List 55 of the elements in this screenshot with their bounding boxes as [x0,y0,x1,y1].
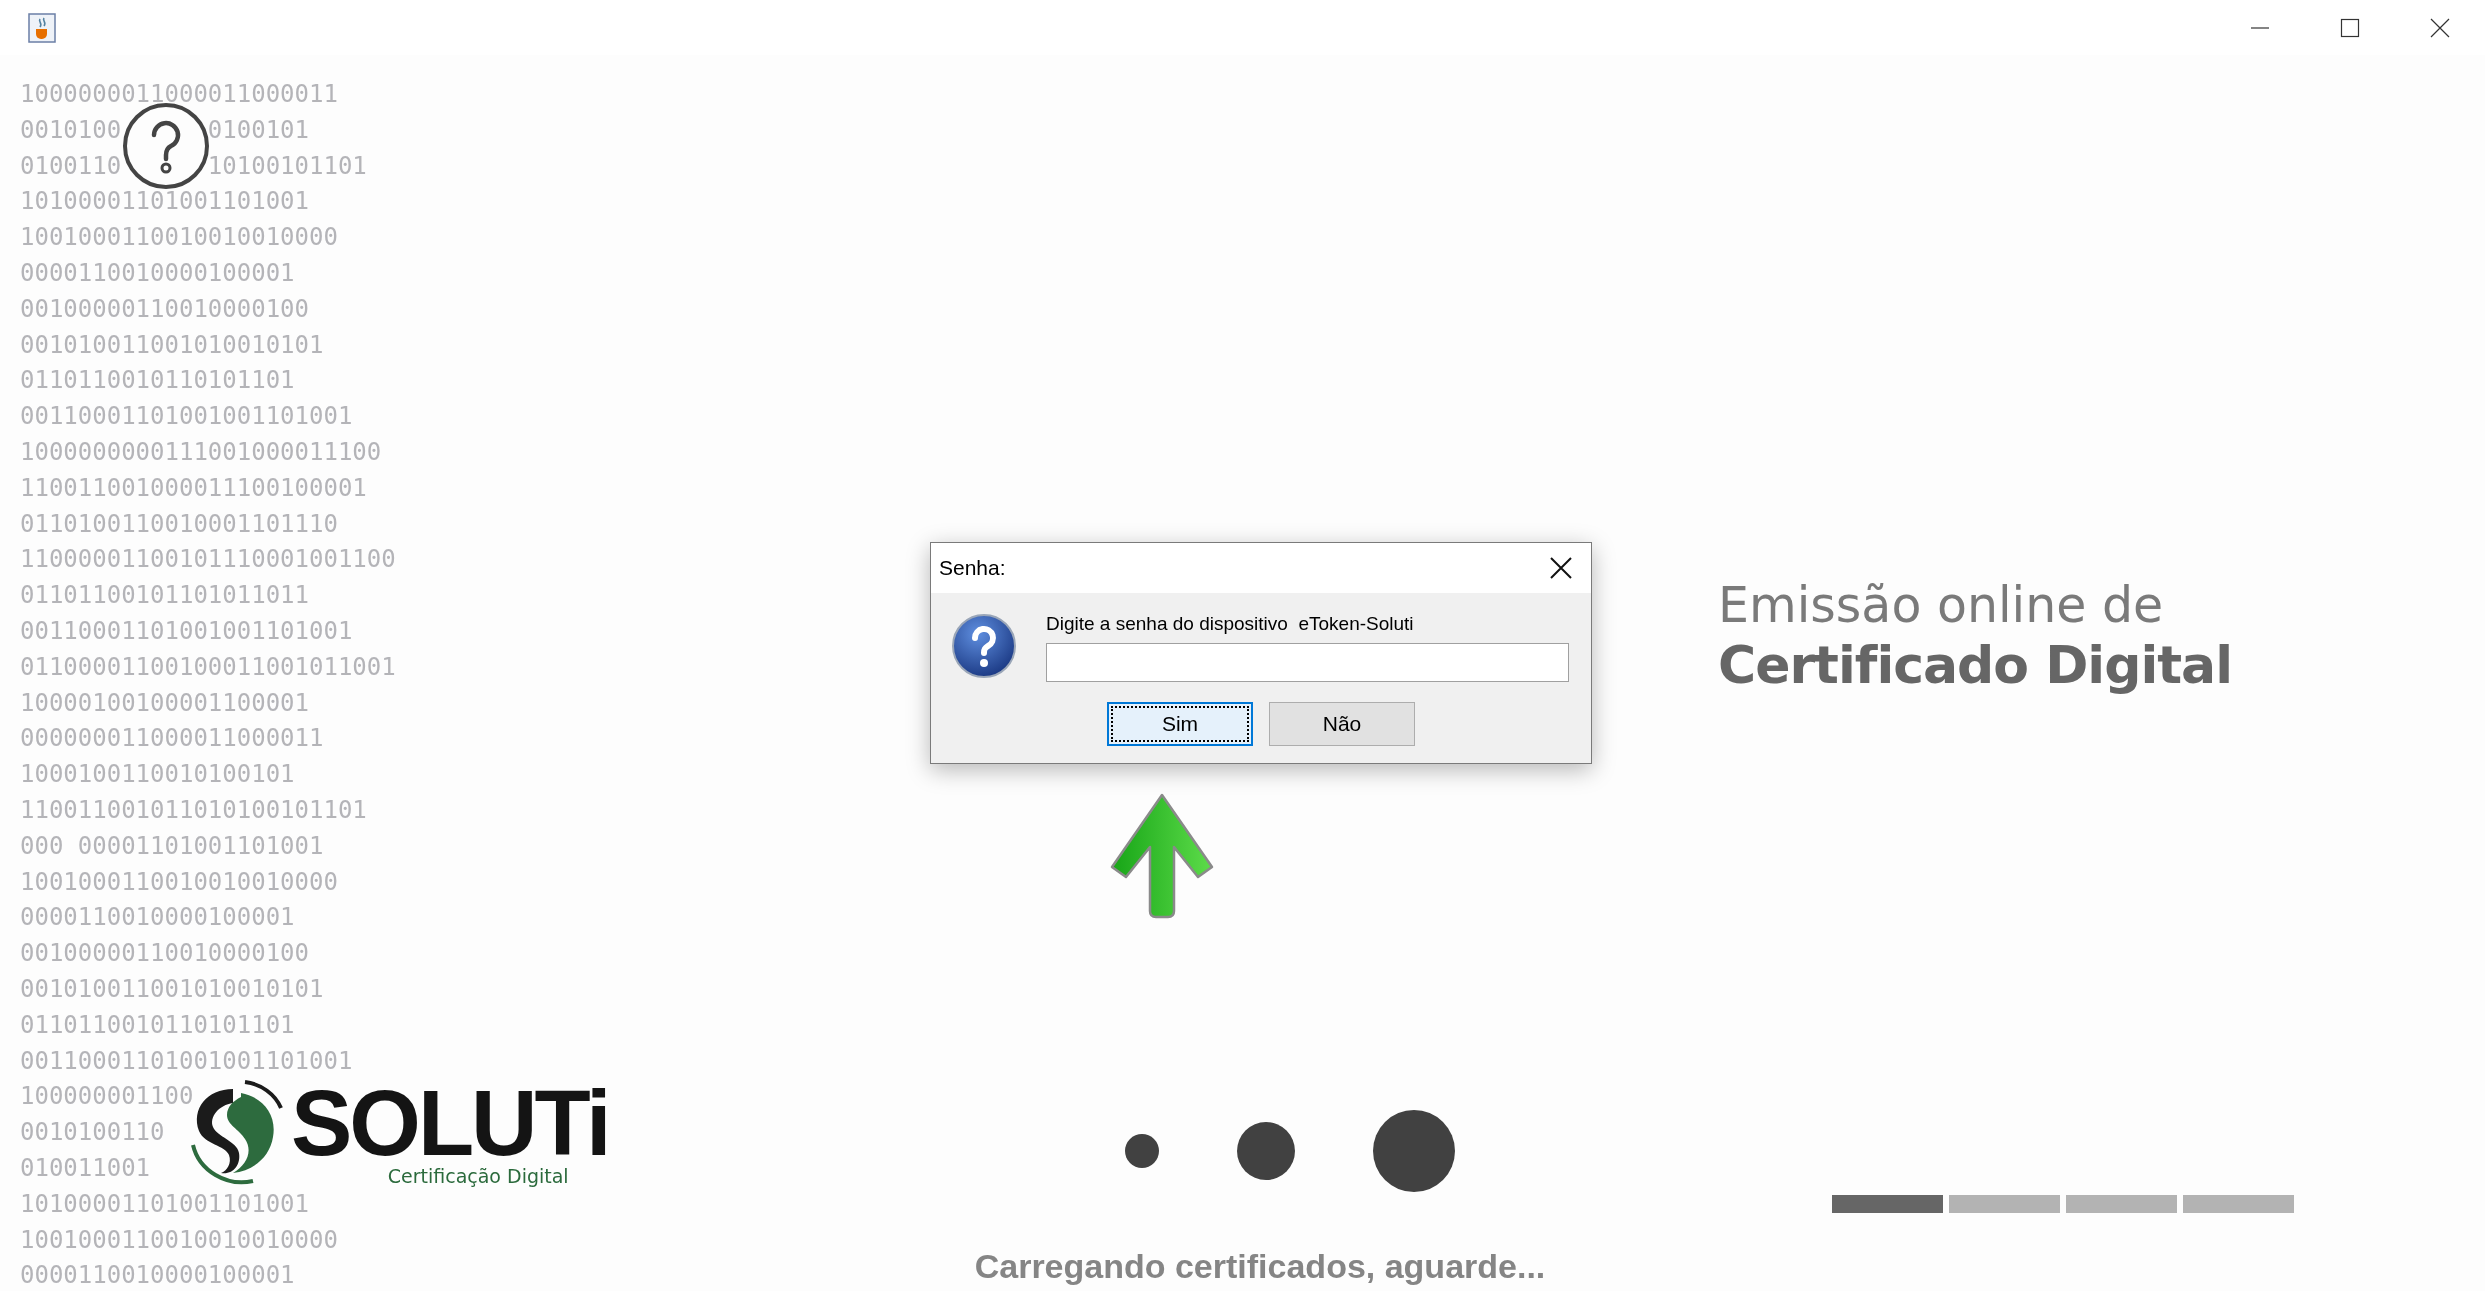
binary-text: 0110100110010001101110 [20,508,338,540]
binary-text: 1001000110010010010000 [20,1224,338,1256]
binary-text: 1001000110010010010000 [20,222,338,254]
binary-text: 10100001101001101001 [20,186,309,218]
binary-text: 000 00001101001101001 [20,830,324,862]
binary-text: 01101100101101011011 [20,580,309,612]
binary-text: 0010100 [20,114,122,146]
binary-text: 0110110010110101101 [20,1009,295,1041]
maximize-icon [2340,17,2360,38]
binary-text: 00110001101001001101001 [20,401,353,433]
binary-text: 0110110010110101101 [20,365,295,397]
binary-text: 1000100110010100101 [20,759,295,791]
binary-text: 000000011000011000011 [20,723,324,755]
binary-text: 0000110010000100001 [20,1260,295,1291]
binary-text: 00100000110010000100 [20,938,309,970]
binary-text: 00100000110010000100 [20,293,309,325]
binary-text: 110011001000011100100001 [20,472,367,504]
binary-text: 001010011001010010101 [20,329,324,361]
binary-text: 100000001100 [20,1081,194,1113]
binary-text: 00110001101001001101001 [20,1045,353,1077]
binary-text: 10100101101 [207,150,367,182]
help-icon[interactable] [122,102,210,190]
binary-text: 10100001101001101001 [20,1188,309,1220]
question-icon [951,613,1017,679]
binary-text: 110011001011010100101101 [20,794,367,826]
minimize-icon [2250,26,2270,29]
binary-text: 0010100110 [20,1117,165,1149]
dialog-button[interactable]: Sim [1107,702,1253,746]
binary-text: 1001000110010010010000 [20,866,338,898]
binary-text: 10000100100001100001 [20,687,309,719]
binary-text: 1000000000111001000011100 [20,436,382,468]
logo-wordmark: SOLUTi [291,1083,609,1163]
binary-text: 1000000011000011000011 [20,79,338,110]
dialog-title: Senha: [939,556,1007,580]
binary-text: 01100001100100011001011001 [20,651,396,683]
password-field[interactable] [1046,643,1569,682]
binary-text: 0000110010000100001 [20,258,295,289]
java-cup-icon [28,12,56,43]
binary-text: 0100110 [20,150,122,182]
binary-text: 0100101 [207,114,309,146]
binary-text: 001010011001010010101 [20,973,324,1005]
heading-line: Emissão online de [1718,577,2165,635]
close-icon [2430,17,2450,38]
binary-text: 0000110010000100001 [20,902,295,934]
loading-dot [1237,1122,1295,1181]
dialog-button[interactable]: Não [1269,702,1415,746]
logo-tagline: Certificação Digital [387,1165,569,1187]
loading-message: Carregando certificados, aguarde... [974,1247,1546,1287]
heading-line: Certificado Digital [1718,635,2233,695]
dialog-message: Digite a senha do dispositivo eToken-Soluti [1046,613,1415,635]
close-icon [1549,556,1573,580]
binary-text: 010011001 [20,1152,151,1184]
binary-text: 11000001100101110001001100 [20,544,396,576]
binary-text: 00110001101001001101001 [20,615,353,647]
loading-dot [1125,1134,1159,1169]
